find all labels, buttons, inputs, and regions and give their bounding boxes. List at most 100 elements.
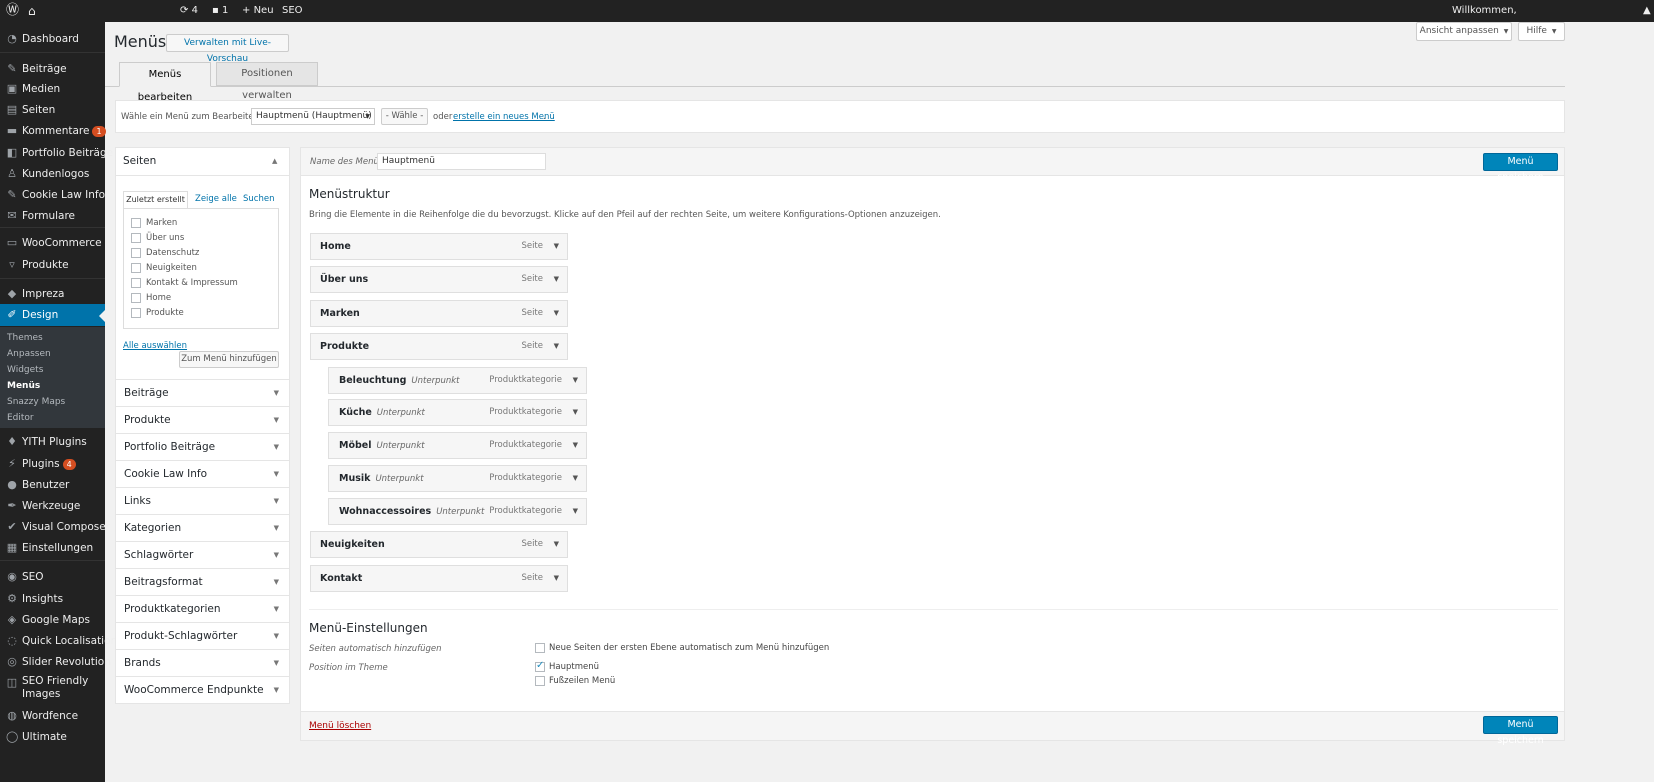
sidebar-item-seo-friendly-images[interactable]: ◫ SEO Friendly Images xyxy=(0,672,100,704)
tab-edit-menus[interactable]: Menüs bearbeiten xyxy=(119,62,211,103)
location-checkbox-main[interactable]: ✓ xyxy=(535,660,545,672)
menu-item[interactable]: Neuigkeiten Seite ▼ xyxy=(310,531,568,558)
accordion-produkte[interactable]: Produkte ▼ xyxy=(115,407,290,434)
delete-menu-link[interactable]: Menü löschen xyxy=(309,721,371,731)
menu-item[interactable]: Marken Seite ▼ xyxy=(310,300,568,327)
menu-item[interactable]: Küche Unterpunkt Produktkategorie ▼ xyxy=(328,399,587,426)
location-checkbox-footer[interactable] xyxy=(535,676,545,686)
sidebar-item-beitr-ge[interactable]: ✎ Beiträge xyxy=(0,58,105,80)
auto-add-checkbox[interactable] xyxy=(535,643,545,653)
help-button[interactable]: Hilfe ▼ xyxy=(1518,22,1565,41)
sidebar-item-formulare[interactable]: ✉ Formulare xyxy=(0,205,105,227)
sidebar-item-visual-composer[interactable]: ✔ Visual Composer xyxy=(0,516,110,538)
menu-item[interactable]: Beleuchtung Unterpunkt Produktkategorie ▼ xyxy=(328,367,587,394)
menu-item-toggle-icon[interactable]: ▼ xyxy=(554,334,559,359)
user-avatar-icon[interactable]: ▲ xyxy=(1643,0,1651,22)
menu-item-toggle-icon[interactable]: ▼ xyxy=(554,267,559,292)
tab-show-all[interactable]: Zeige alle xyxy=(195,194,237,204)
accordion-brands[interactable]: Brands ▼ xyxy=(115,650,290,677)
sidebar-item-quick-localisation[interactable]: ◌ Quick Localisation xyxy=(0,630,117,652)
sidebar-item-dashboard[interactable]: ◔ Dashboard xyxy=(0,28,105,50)
accordion-woocommerce-endpunkte[interactable]: WooCommerce Endpunkte ▼ xyxy=(115,677,290,704)
submenu-item-men-s[interactable]: Menüs xyxy=(0,378,105,394)
menu-item[interactable]: Home Seite ▼ xyxy=(310,233,568,260)
page-checkbox[interactable] xyxy=(131,308,141,318)
comments-link[interactable]: ▪ 1 xyxy=(212,0,228,22)
sidebar-item-wordfence[interactable]: ◍ Wordfence xyxy=(0,705,105,727)
sidebar-item-seo[interactable]: ◉ SEO xyxy=(0,566,105,588)
menu-item[interactable]: Produkte Seite ▼ xyxy=(310,333,568,360)
menu-item[interactable]: Über uns Seite ▼ xyxy=(310,266,568,293)
page-checkbox[interactable] xyxy=(131,293,141,303)
tab-recent[interactable]: Zuletzt erstellt xyxy=(123,191,188,209)
live-preview-button[interactable]: Verwalten mit Live-Vorschau xyxy=(166,34,289,64)
accordion-beitr-ge[interactable]: Beiträge ▼ xyxy=(115,380,290,407)
menu-name-input[interactable]: Hauptmenü xyxy=(377,153,546,170)
page-checkbox[interactable] xyxy=(131,233,141,243)
menu-item-toggle-icon[interactable]: ▼ xyxy=(554,566,559,591)
menu-item[interactable]: Wohnaccessoires Unterpunkt Produktkategori… xyxy=(328,498,587,525)
accordion-schlagw-rter[interactable]: Schlagwörter ▼ xyxy=(115,542,290,569)
submenu-item-editor[interactable]: Editor xyxy=(0,410,105,426)
new-content-link[interactable]: + Neu xyxy=(242,0,274,22)
menu-item[interactable]: Musik Unterpunkt Produktkategorie ▼ xyxy=(328,465,587,492)
sidebar-item-plugins[interactable]: ⚡ Plugins 4 xyxy=(0,453,105,475)
menu-item[interactable]: Möbel Unterpunkt Produktkategorie ▼ xyxy=(328,432,587,459)
menu-item-toggle-icon[interactable]: ▼ xyxy=(573,368,578,393)
sidebar-item-seiten[interactable]: ▤ Seiten xyxy=(0,99,105,121)
tab-search[interactable]: Suchen xyxy=(243,194,274,204)
accordion-kategorien[interactable]: Kategorien ▼ xyxy=(115,515,290,542)
sidebar-item-cookie-law-info[interactable]: ✎ Cookie Law Info xyxy=(0,184,105,206)
select-menu-button[interactable]: - Wähle - xyxy=(381,108,428,125)
home-icon[interactable]: ⌂ xyxy=(28,0,36,22)
menu-item-toggle-icon[interactable]: ▼ xyxy=(573,499,578,524)
sidebar-item-slider-revolution[interactable]: ◎ Slider Revolution xyxy=(0,651,111,673)
sidebar-item-impreza[interactable]: ◆ Impreza xyxy=(0,283,105,305)
sidebar-item-kommentare[interactable]: ▬ Kommentare 1 xyxy=(0,120,106,142)
sidebar-item-portfolio-beitr-ge[interactable]: ◧ Portfolio Beiträge xyxy=(0,142,113,164)
sidebar-item-werkzeuge[interactable]: ✒ Werkzeuge xyxy=(0,495,105,517)
tab-manage-locations[interactable]: Positionen verwalten xyxy=(216,62,318,101)
accordion-beitragsformat[interactable]: Beitragsformat ▼ xyxy=(115,569,290,596)
menu-item-toggle-icon[interactable]: ▼ xyxy=(573,433,578,458)
seo-link[interactable]: SEO xyxy=(282,0,303,22)
page-checkbox[interactable] xyxy=(131,263,141,273)
page-checkbox[interactable] xyxy=(131,248,141,258)
save-menu-button-top[interactable]: Menü speichern xyxy=(1483,153,1558,183)
select-all-link[interactable]: Alle auswählen xyxy=(123,341,187,351)
updates-link[interactable]: ⟳ 4 xyxy=(180,0,198,22)
accordion-links[interactable]: Links ▼ xyxy=(115,488,290,515)
page-checkbox[interactable] xyxy=(131,278,141,288)
sidebar-item-produkte[interactable]: ▿ Produkte xyxy=(0,254,105,276)
accordion-produktkategorien[interactable]: Produktkategorien ▼ xyxy=(115,596,290,623)
add-to-menu-button[interactable]: Zum Menü hinzufügen xyxy=(179,351,279,368)
menu-item-toggle-icon[interactable]: ▼ xyxy=(554,532,559,557)
sidebar-item-einstellungen[interactable]: ▦ Einstellungen xyxy=(0,537,105,559)
sidebar-item-yith-plugins[interactable]: ♦ YITH Plugins xyxy=(0,431,105,453)
accordion-cookie-law-info[interactable]: Cookie Law Info ▼ xyxy=(115,461,290,488)
menu-item-toggle-icon[interactable]: ▼ xyxy=(554,301,559,326)
screen-options-button[interactable]: Ansicht anpassen ▼ xyxy=(1416,22,1512,41)
sidebar-item-kundenlogos[interactable]: ♙ Kundenlogos xyxy=(0,163,105,185)
accordion-portfolio-beitr-ge[interactable]: Portfolio Beiträge ▼ xyxy=(115,434,290,461)
sidebar-item-woocommerce[interactable]: ▭ WooCommerce xyxy=(0,232,105,254)
menu-item-toggle-icon[interactable]: ▼ xyxy=(573,466,578,491)
submenu-item-widgets[interactable]: Widgets xyxy=(0,362,105,378)
page-checkbox[interactable] xyxy=(131,218,141,228)
welcome-text[interactable]: Willkommen, xyxy=(1452,0,1517,22)
sidebar-item-design[interactable]: ✐ Design xyxy=(0,304,105,326)
create-new-menu-link[interactable]: erstelle ein neues Menü xyxy=(453,112,555,122)
save-menu-button-bottom[interactable]: Menü speichern xyxy=(1483,716,1558,746)
sidebar-item-ultimate[interactable]: ◯ Ultimate xyxy=(0,726,105,748)
sidebar-item-benutzer[interactable]: ● Benutzer xyxy=(0,474,105,496)
sidebar-item-insights[interactable]: ⚙ Insights xyxy=(0,588,105,610)
submenu-item-themes[interactable]: Themes xyxy=(0,330,105,346)
pages-panel-title[interactable]: Seiten xyxy=(123,155,156,167)
accordion-produkt-schlagw-rter[interactable]: Produkt-Schlagwörter ▼ xyxy=(115,623,290,650)
submenu-item-snazzy-maps[interactable]: Snazzy Maps xyxy=(0,394,105,410)
sidebar-item-google-maps[interactable]: ◈ Google Maps xyxy=(0,609,105,631)
menu-item[interactable]: Kontakt Seite ▼ xyxy=(310,565,568,592)
menu-select[interactable]: Hauptmenü (Hauptmenü) ▼ xyxy=(251,108,375,125)
menu-item-toggle-icon[interactable]: ▼ xyxy=(573,400,578,425)
menu-item-toggle-icon[interactable]: ▼ xyxy=(554,234,559,259)
